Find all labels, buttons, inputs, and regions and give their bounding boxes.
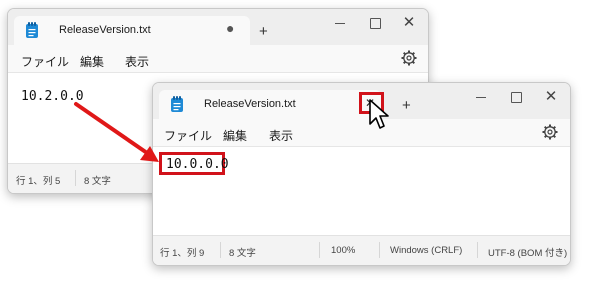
status-divider — [319, 242, 320, 258]
minimize-button[interactable] — [328, 15, 352, 31]
file-tab[interactable]: ReleaseVersion.txt ✕ — [159, 90, 384, 119]
menu-edit[interactable]: 編集 — [223, 127, 247, 144]
status-char-count: 8 文字 — [84, 176, 111, 187]
status-zoom[interactable]: 100% — [331, 245, 355, 256]
menu-bar: ファイル 編集 表示 — [8, 45, 428, 72]
menu-file[interactable]: ファイル — [21, 53, 69, 70]
menu-file[interactable]: ファイル — [164, 127, 212, 144]
text-editor[interactable]: 10.0.0.0 — [153, 146, 570, 235]
unsaved-dot-icon[interactable]: ● — [226, 20, 234, 36]
close-window-button[interactable]: ✕ — [397, 15, 421, 31]
maximize-button[interactable] — [363, 15, 387, 31]
title-bar: ReleaseVersion.txt ● + ✕ — [8, 9, 428, 45]
settings-gear-icon[interactable] — [400, 49, 418, 67]
status-bar: 行 1、列 9 8 文字 100% Windows (CRLF) UTF-8 (… — [153, 235, 570, 265]
status-cursor-position: 行 1、列 5 — [16, 176, 61, 187]
status-line-ending[interactable]: Windows (CRLF) — [390, 245, 462, 256]
editor-content: 10.0.0.0 — [166, 157, 229, 172]
minimize-button[interactable] — [469, 89, 493, 105]
status-divider — [75, 170, 76, 186]
menu-view[interactable]: 表示 — [125, 53, 149, 70]
status-divider — [477, 242, 478, 258]
menu-edit[interactable]: 編集 — [80, 53, 104, 70]
status-divider — [379, 242, 380, 258]
status-encoding[interactable]: UTF-8 (BOM 付き) — [488, 245, 567, 259]
notepad-icon — [171, 96, 183, 112]
notepad-window-front: ReleaseVersion.txt ✕ + ✕ ファイル 編集 表示 10.0… — [152, 82, 571, 266]
notepad-icon — [26, 22, 38, 38]
tab-title: ReleaseVersion.txt — [59, 24, 151, 36]
new-tab-button[interactable]: + — [259, 24, 268, 39]
menu-view[interactable]: 表示 — [269, 127, 293, 144]
tab-title: ReleaseVersion.txt — [204, 98, 296, 110]
file-tab[interactable]: ReleaseVersion.txt ● — [14, 16, 250, 45]
status-cursor-position: 行 1、列 9 — [160, 248, 205, 259]
editor-content: 10.2.0.0 — [21, 89, 84, 104]
menu-bar: ファイル 編集 表示 — [153, 119, 570, 146]
close-window-button[interactable]: ✕ — [539, 89, 563, 105]
status-char-count: 8 文字 — [229, 248, 256, 259]
title-bar: ReleaseVersion.txt ✕ + ✕ — [153, 83, 570, 119]
maximize-button[interactable] — [504, 89, 528, 105]
mouse-pointer-icon — [369, 99, 389, 129]
status-divider — [220, 242, 221, 258]
settings-gear-icon[interactable] — [541, 123, 559, 141]
new-tab-button[interactable]: + — [402, 98, 411, 113]
